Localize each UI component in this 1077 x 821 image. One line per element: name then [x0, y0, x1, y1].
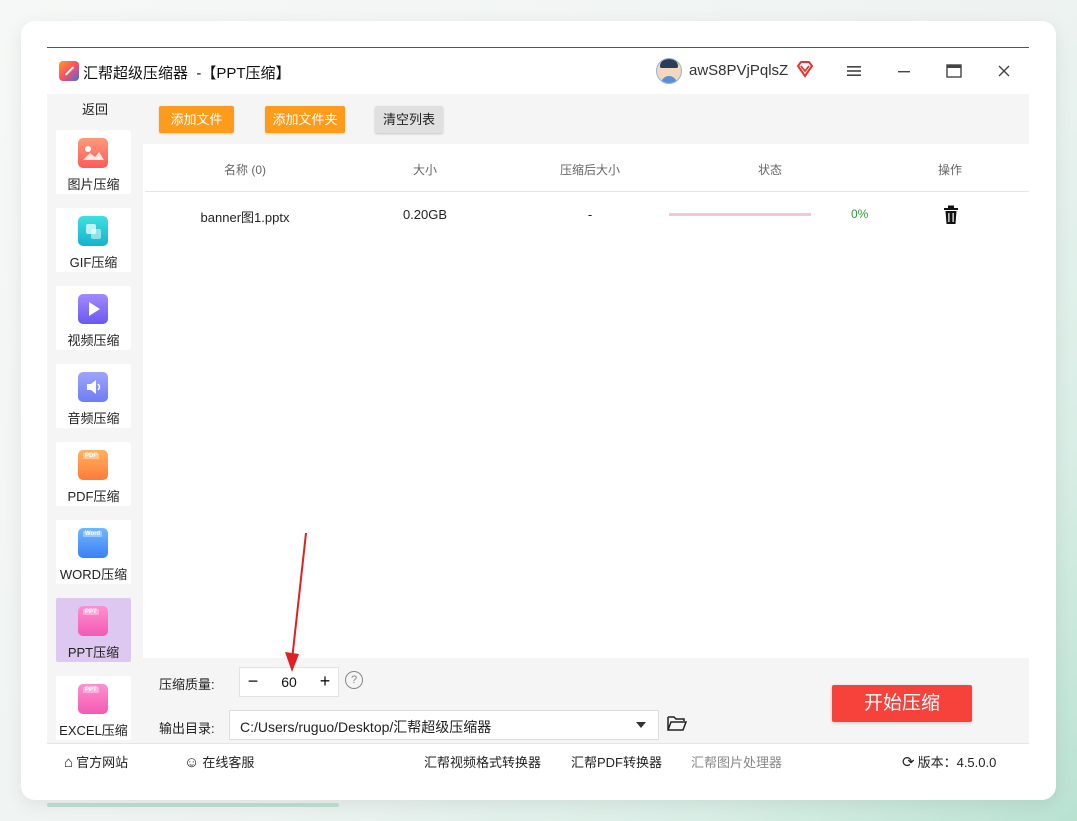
table-row[interactable]: banner图1.pptx 0.20GB - 0%	[145, 192, 1029, 240]
settings-panel: 压缩质量: − 60 + ? 输出目录: C:/Users/ruguo/Desk…	[143, 658, 1029, 743]
pdf-compress-icon: PDF	[78, 450, 108, 480]
sidebar-item-label: 音频压缩	[67, 411, 120, 426]
output-dir-select[interactable]: C:/Users/ruguo/Desktop/汇帮超级压缩器	[229, 710, 659, 740]
sidebar-item-ppt[interactable]: PPT PPT压缩	[56, 598, 131, 662]
support-icon: ☺	[184, 754, 200, 771]
sidebar: 返回 图片压缩 GIF压缩 视频压缩 音频压缩 PDF PDF压缩 Word W…	[47, 94, 143, 743]
help-icon[interactable]: ?	[345, 671, 363, 689]
online-support-link[interactable]: ☺ 在线客服	[184, 752, 254, 771]
table-header: 名称 (0) 大小 压缩后大小 状态 操作	[145, 146, 1029, 192]
video-compress-icon	[78, 294, 108, 324]
sidebar-item-label: PPT压缩	[67, 645, 120, 660]
username[interactable]: awS8PVjPqlsZ	[689, 62, 788, 79]
app-window: 汇帮超级压缩器 -【PPT压缩】 awS8PVjPqlsZ 返回 图片压缩 GI…	[47, 47, 1029, 774]
hamburger-menu-icon[interactable]	[839, 56, 869, 86]
version-info[interactable]: ⟳ 版本：4.5.0.0	[902, 752, 996, 771]
sidebar-item-label: 视频压缩	[67, 333, 120, 348]
header-action: 操作	[937, 163, 962, 177]
home-icon: ⌂	[64, 754, 74, 771]
sidebar-item-image[interactable]: 图片压缩	[56, 130, 131, 194]
quality-increase-button[interactable]: +	[312, 668, 338, 696]
clear-list-button[interactable]: 清空列表	[375, 106, 443, 133]
background-progress-bar	[47, 803, 339, 807]
header-name: 名称 (0)	[223, 163, 266, 177]
output-dir-value: C:/Users/ruguo/Desktop/汇帮超级压缩器	[240, 719, 492, 735]
output-dir-label: 输出目录:	[159, 721, 215, 736]
file-table: 名称 (0) 大小 压缩后大小 状态 操作 banner图1.pptx 0.20…	[145, 146, 1029, 658]
vip-diamond-icon[interactable]	[796, 60, 814, 78]
quality-value[interactable]: 60	[266, 668, 312, 696]
minimize-icon[interactable]	[889, 56, 919, 86]
progress-percent: 0%	[851, 207, 869, 221]
maximize-icon[interactable]	[939, 56, 969, 86]
avatar[interactable]	[656, 58, 682, 84]
sidebar-item-label: GIF压缩	[69, 255, 118, 270]
file-size: 0.20GB	[402, 207, 448, 222]
ppt-compress-icon: PPT	[78, 606, 108, 636]
excel-compress-icon: PPT	[78, 684, 108, 714]
sidebar-item-label: PDF压缩	[67, 489, 120, 504]
pdf-converter-link[interactable]: 汇帮PDF转换器	[571, 752, 662, 771]
progress-bar	[669, 213, 811, 216]
back-button[interactable]: 返回	[47, 99, 143, 118]
sidebar-item-excel[interactable]: PPT EXCEL压缩	[56, 676, 131, 740]
sidebar-item-gif[interactable]: GIF压缩	[56, 208, 131, 272]
sidebar-item-word[interactable]: Word WORD压缩	[56, 520, 131, 584]
app-logo-icon	[59, 61, 79, 81]
title-bar: 汇帮超级压缩器 -【PPT压缩】 awS8PVjPqlsZ	[47, 48, 1029, 94]
add-file-button[interactable]: 添加文件	[159, 106, 234, 133]
quality-label: 压缩质量:	[159, 677, 215, 692]
footer: ⌂ 官方网站 ☺ 在线客服 汇帮视频格式转换器 汇帮PDF转换器 汇帮图片处理器 ⟳…	[47, 743, 1029, 774]
toolbar: 添加文件 添加文件夹 清空列表	[143, 94, 1029, 144]
image-compress-icon	[78, 138, 108, 168]
header-size: 大小	[412, 163, 437, 177]
sidebar-item-label: EXCEL压缩	[59, 723, 128, 738]
delete-icon[interactable]	[943, 205, 959, 225]
add-folder-button[interactable]: 添加文件夹	[265, 106, 345, 133]
chevron-down-icon[interactable]	[636, 722, 646, 728]
sidebar-item-label: 图片压缩	[67, 177, 120, 192]
close-icon[interactable]	[989, 56, 1019, 86]
header-status: 状态	[757, 163, 782, 177]
audio-compress-icon	[78, 372, 108, 402]
start-compress-button[interactable]: 开始压缩	[832, 685, 972, 722]
gif-compress-icon	[78, 216, 108, 246]
word-compress-icon: Word	[78, 528, 108, 558]
file-name: banner图1.pptx	[200, 210, 290, 225]
compressed-size: -	[587, 207, 593, 222]
sidebar-item-audio[interactable]: 音频压缩	[56, 364, 131, 428]
official-website-link[interactable]: ⌂ 官方网站	[64, 752, 128, 771]
header-compressed-size: 压缩后大小	[559, 163, 620, 177]
sidebar-item-video[interactable]: 视频压缩	[56, 286, 131, 350]
video-converter-link[interactable]: 汇帮视频格式转换器	[424, 752, 541, 771]
open-folder-icon[interactable]	[667, 715, 687, 731]
image-processor-link[interactable]: 汇帮图片处理器	[691, 752, 782, 771]
quality-stepper[interactable]: − 60 +	[239, 667, 339, 697]
refresh-icon: ⟳	[902, 754, 915, 771]
quality-decrease-button[interactable]: −	[240, 668, 266, 696]
window-title: 汇帮超级压缩器 -【PPT压缩】	[83, 65, 291, 82]
sidebar-item-pdf[interactable]: PDF PDF压缩	[56, 442, 131, 506]
sidebar-item-label: WORD压缩	[59, 567, 128, 582]
